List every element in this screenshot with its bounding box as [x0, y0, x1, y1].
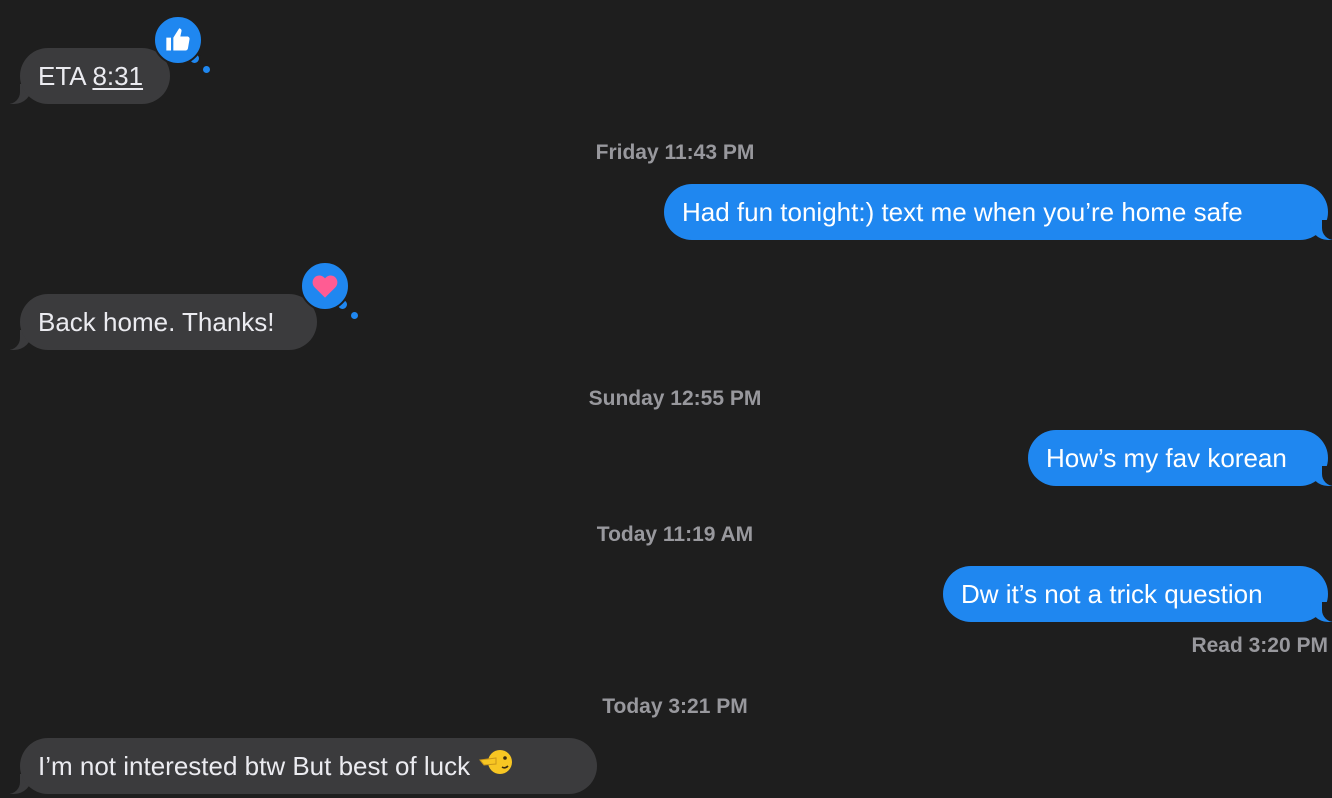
thumbs-up-icon	[166, 28, 190, 51]
message-text: Had fun tonight:) text me when you’re ho…	[682, 197, 1243, 227]
pointing-left-face-emoji	[478, 740, 514, 796]
message-text: Back home. Thanks!	[38, 307, 275, 337]
tapback-heart[interactable]	[300, 261, 350, 311]
timestamp: Today 3:21 PM	[602, 695, 748, 718]
time-link[interactable]: 8:31	[92, 61, 143, 91]
bubble-tail	[1310, 602, 1332, 622]
outgoing-message-bubble[interactable]: Dw it’s not a trick question	[943, 566, 1328, 622]
message-text: How’s my fav korean	[1046, 443, 1287, 473]
tapback-tail-dot	[351, 312, 358, 319]
message-text: Dw it’s not a trick question	[961, 579, 1263, 609]
timestamp: Today 11:19 AM	[596, 523, 754, 546]
conversation-view: ETA 8:31 Friday 11:43 PM Had fun tonight…	[0, 0, 1332, 798]
incoming-message-bubble[interactable]: Back home. Thanks!	[20, 294, 317, 350]
heart-icon	[312, 275, 338, 298]
tapback-thumbs-up[interactable]	[153, 15, 203, 65]
message-text: ETA	[38, 61, 93, 91]
bubble-tail	[1310, 220, 1332, 240]
incoming-message-bubble[interactable]: I’m not interested btw But best of luck	[20, 738, 597, 794]
tapback-tail-dot	[203, 66, 210, 73]
outgoing-message-bubble[interactable]: Had fun tonight:) text me when you’re ho…	[664, 184, 1328, 240]
timestamp: Friday 11:43 PM	[595, 141, 755, 164]
incoming-message-bubble[interactable]: ETA 8:31	[20, 48, 170, 104]
read-receipt: Read 3:20 PM	[1191, 634, 1328, 657]
bubble-tail	[1310, 466, 1332, 486]
message-text: I’m not interested btw But best of luck	[38, 751, 471, 781]
outgoing-message-bubble[interactable]: How’s my fav korean	[1028, 430, 1328, 486]
timestamp: Sunday 12:55 PM	[588, 387, 762, 410]
